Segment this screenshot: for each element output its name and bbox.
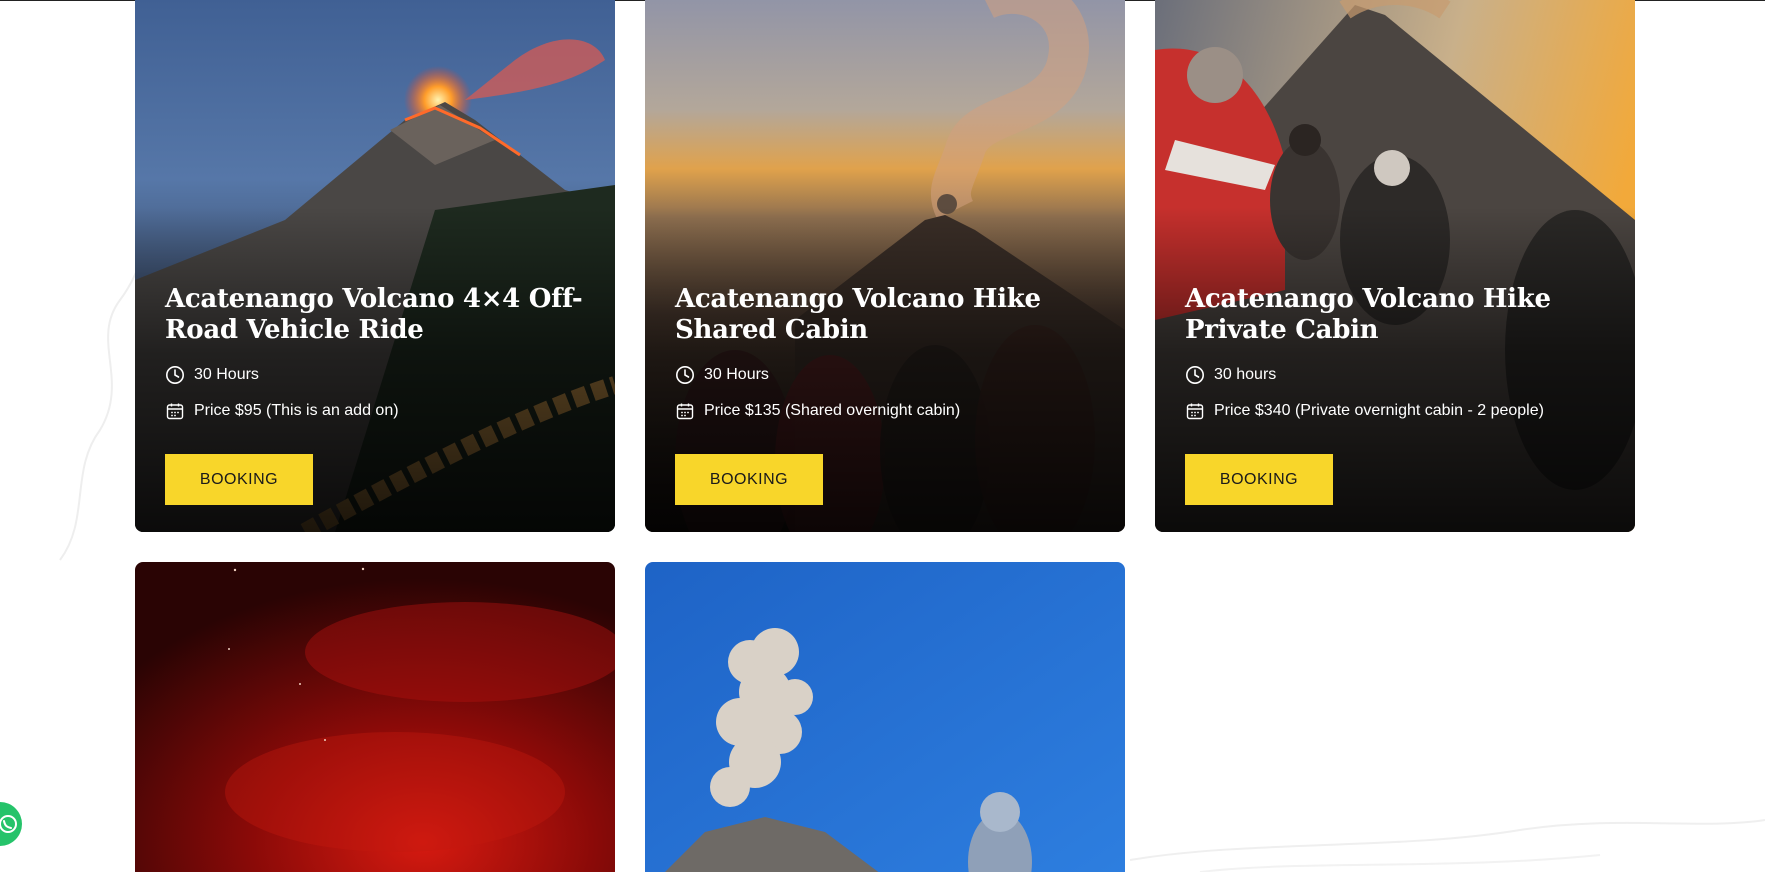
- card-content: Acatenango Volcano Hike Private Cabin 30…: [1185, 284, 1605, 505]
- price-text: Price $135 (Shared overnight cabin): [704, 402, 961, 419]
- booking-button[interactable]: BOOKING: [165, 454, 313, 505]
- clock-icon: [1185, 365, 1205, 385]
- card-content: Acatenango Volcano 4×4 Off-Road Vehicle …: [165, 284, 585, 505]
- tour-price: Price $340 (Private overnight cabin - 2 …: [1185, 400, 1605, 422]
- whatsapp-icon: [0, 815, 17, 833]
- tour-card[interactable]: Acatenango Volcano Hike Shared Cabin 30 …: [645, 0, 1125, 532]
- tour-title[interactable]: Acatenango Volcano Hike Private Cabin: [1185, 284, 1605, 346]
- price-text: Price $95 (This is an add on): [194, 402, 399, 419]
- tour-card[interactable]: [135, 562, 615, 872]
- calendar-icon: [1185, 401, 1205, 421]
- clock-icon: [165, 365, 185, 385]
- tour-duration: 30 hours: [1185, 364, 1605, 386]
- tour-title[interactable]: Acatenango Volcano Hike Shared Cabin: [675, 284, 1095, 346]
- calendar-icon: [165, 401, 185, 421]
- duration-text: 30 Hours: [194, 366, 259, 383]
- duration-text: 30 Hours: [704, 366, 769, 383]
- clock-icon: [675, 365, 695, 385]
- booking-button[interactable]: BOOKING: [675, 454, 823, 505]
- tour-card[interactable]: [645, 562, 1125, 872]
- tour-title[interactable]: Acatenango Volcano 4×4 Off-Road Vehicle …: [165, 284, 585, 346]
- tour-photo-red-night-sky: [135, 562, 615, 872]
- tour-card[interactable]: Acatenango Volcano Hike Private Cabin 30…: [1155, 0, 1635, 532]
- price-text: Price $340 (Private overnight cabin - 2 …: [1214, 402, 1544, 419]
- tour-price: Price $135 (Shared overnight cabin): [675, 400, 1095, 422]
- tour-duration: 30 Hours: [675, 364, 1095, 386]
- booking-button[interactable]: BOOKING: [1185, 454, 1333, 505]
- whatsapp-button[interactable]: [0, 802, 22, 846]
- tours-page: Acatenango Volcano 4×4 Off-Road Vehicle …: [0, 0, 1765, 872]
- duration-text: 30 hours: [1214, 366, 1277, 383]
- tour-card[interactable]: Acatenango Volcano 4×4 Off-Road Vehicle …: [135, 0, 615, 532]
- tour-duration: 30 Hours: [165, 364, 585, 386]
- tour-photo-ash-plume: [645, 562, 1125, 872]
- card-content: Acatenango Volcano Hike Shared Cabin 30 …: [675, 284, 1095, 505]
- tour-price: Price $95 (This is an add on): [165, 400, 585, 422]
- calendar-icon: [675, 401, 695, 421]
